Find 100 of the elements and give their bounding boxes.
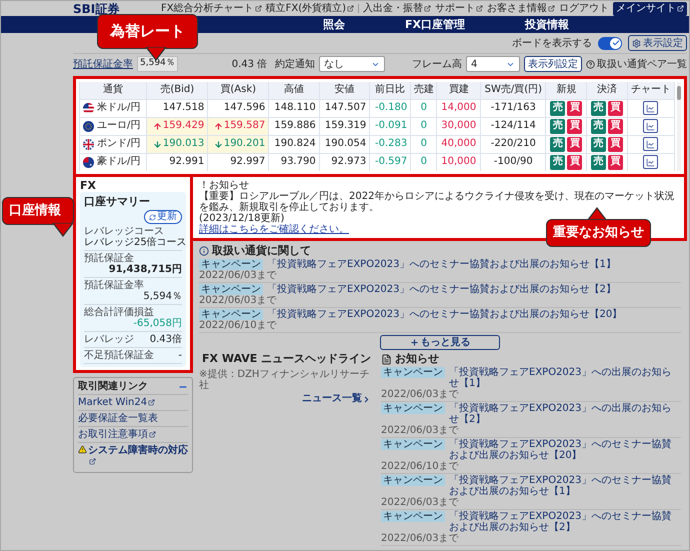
notice-select[interactable]: なし [319,56,386,72]
header-link[interactable]: お客さま情報 [487,4,555,14]
margin-rate-value: 5,594％ [137,56,178,72]
arrow-down-icon [152,140,162,148]
sell-button[interactable]: 売 [550,100,566,116]
buy-button[interactable]: 買 [567,154,582,170]
swap-value: -171/163 [480,99,546,117]
logo[interactable]: SBI証券 [73,2,120,14]
sell-button[interactable]: 売 [591,118,606,134]
change-value: -0.180 [370,99,411,117]
low-price: 159.319 [319,117,370,135]
related-link[interactable]: Market Win24 [78,395,188,411]
plus-icon [410,338,418,347]
news-link[interactable]: 「投資戦略フェアEXPO2023」へのセミナー協賛および出展のお知らせ【20】 [449,439,681,461]
buy-position: 14,000 [436,99,481,117]
document-icon [381,354,392,364]
related-link[interactable]: システム障害時の対応 [78,443,188,469]
news-link[interactable]: 「投資戦略フェアEXPO2023」へのセミナー協賛および出展のお知らせ【2】 [449,511,681,533]
campaign-tag: キャンペーン [381,511,445,522]
sell-button[interactable]: 売 [591,154,606,170]
sell-button[interactable]: 売 [591,100,606,116]
summary-value: -65,058円 [133,318,182,329]
sell-button[interactable]: 売 [591,136,606,152]
news-link[interactable]: 「投資戦略フェアEXPO2023」へのセミナー協賛および出展のお知らせ【1】 [449,475,681,497]
header-link[interactable]: ログアウト [559,4,609,14]
main-site-button[interactable]: メインサイト [613,2,687,16]
campaign-tag: キャンペーン [199,284,263,295]
news-link[interactable]: 「投資戦略フェアEXPO2023」への出展のお知らせ【1】 [449,367,681,389]
related-link[interactable]: 必要保証金一覧表 [78,411,188,427]
summary-label: 預託保証金 [84,253,134,264]
header-link[interactable]: 積立FX(外貨積立) [266,4,354,14]
news-link[interactable]: 「投資戦略フェアEXPO2023」への出展のお知らせ【2】 [449,403,681,425]
sell-button[interactable]: 売 [550,136,566,152]
check-icon [612,39,620,47]
summary-title: 口座サマリー [84,195,151,208]
header-link[interactable]: 入出金・振替 [363,4,431,14]
refresh-button[interactable]: 更新 [144,210,182,224]
flag-icon [83,138,94,150]
chart-button[interactable] [643,137,658,151]
buy-position: 30,000 [436,117,481,135]
buy-button[interactable]: 買 [567,118,582,134]
frame-height-select[interactable]: 4 [466,56,520,72]
more-button[interactable]: もっと見る [380,335,500,350]
buy-button[interactable]: 買 [567,100,582,116]
news-link[interactable]: 「投資戦略フェアEXPO2023」へのセミナー協賛および出展のお知らせ【1】 [267,259,616,270]
related-link[interactable]: お取引注意事項 [78,427,188,443]
sell-position: 0 [410,135,437,153]
news-date: 2022/06/03まで [381,497,460,508]
buy-button[interactable]: 買 [608,118,623,134]
column-settings-button[interactable]: 表示列設定 [524,56,582,72]
external-link-icon [548,5,555,12]
chart-button[interactable] [643,101,658,115]
low-price: 92.973 [319,153,370,171]
buy-button[interactable]: 買 [608,100,623,116]
buy-button[interactable]: 買 [608,154,623,170]
summary-label: 総合計評価損益 [84,307,154,318]
nav-item[interactable]: 照会 [323,19,345,30]
header-link[interactable]: サポート [435,4,483,14]
change-value: -0.091 [370,117,411,135]
column-header: 決済 [586,82,628,99]
column-header: 売(Bid) [146,82,208,99]
summary-value: 91,438,715円 [108,264,182,275]
warning-icon [78,445,87,454]
currency-pairs-link[interactable]: 取扱い通貨ペア一覧 [586,56,687,72]
flag-icon [83,102,94,114]
board-toggle[interactable] [598,36,622,50]
nav-item[interactable]: FX口座管理 [405,19,465,30]
sell-button[interactable]: 売 [550,154,566,170]
change-value: -0.597 [370,153,411,171]
high-price: 148.110 [268,99,320,117]
news-link[interactable]: 「投資戦略フェアEXPO2023」へのセミナー協賛および出展のお知らせ【2】 [267,284,616,295]
column-header: 前日比 [370,82,411,99]
buy-button[interactable]: 買 [608,136,623,152]
ask-price: 190.201 [224,139,266,149]
notice-label: 約定通知 [275,58,316,72]
news-link[interactable]: 「投資戦略フェアEXPO2023」へのセミナー協賛および出展のお知らせ【20】 [267,309,622,320]
arrow-up-icon [152,122,162,130]
buy-position: 40,000 [436,135,481,153]
details-link[interactable]: 詳細はこちらをご確認ください。 [199,224,349,235]
sell-button[interactable]: 売 [550,118,566,134]
settings-icon [632,38,641,48]
chart-button[interactable] [643,155,658,170]
ask-price: 159.587 [224,121,266,131]
summary-value: 0.43倍 [150,334,182,345]
buy-button[interactable]: 買 [567,136,582,152]
campaign-tag: キャンペーン [381,403,445,414]
margin-rate-link[interactable]: 預託保証金率 [73,56,133,72]
high-price: 93.790 [268,153,320,171]
refresh-icon [149,214,156,220]
news-list-link[interactable]: ニュース一覧 [302,394,371,404]
bid-price: 92.991 [169,157,204,168]
swap-value: -220/210 [480,135,546,153]
news-date: 2022/06/10まで [199,320,278,331]
currency-pair: 米ドル/円 [97,103,140,113]
header-link[interactable]: FX総合分析チャート [160,4,262,14]
nav-item[interactable]: 投資情報 [525,19,569,30]
display-settings-button[interactable]: 表示設定 [628,35,687,51]
campaign-tag: キャンペーン [381,475,445,486]
swap-value: -124/114 [480,117,546,135]
chart-button[interactable] [643,119,658,133]
